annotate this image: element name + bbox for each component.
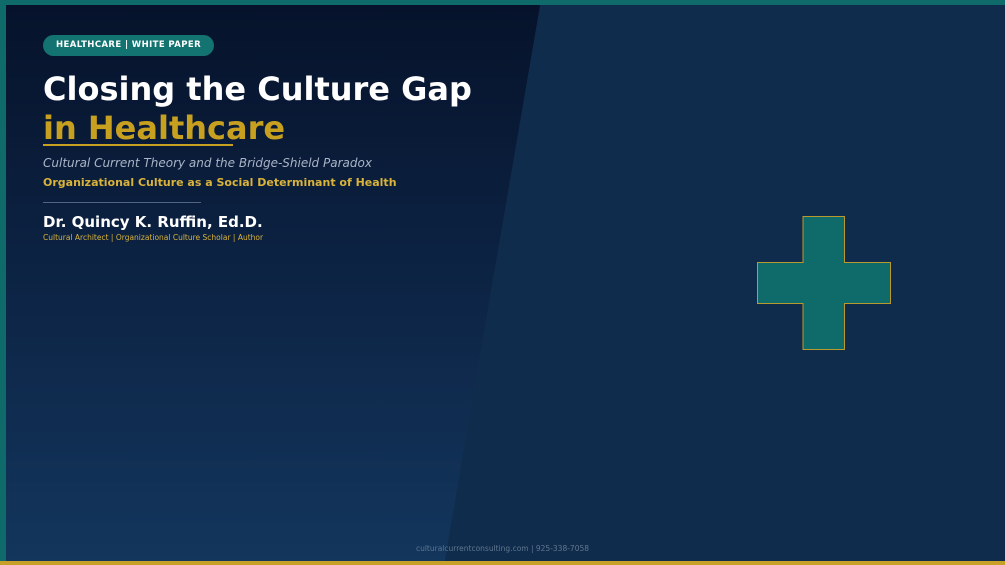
top-accent-bar [0,0,1005,5]
author-name: Dr. Quincy K. Ruffin, Ed.D. [43,213,263,231]
tagline: Organizational Culture as a Social Deter… [43,176,397,189]
author-roles: Cultural Architect | Organizational Cult… [43,233,264,242]
title-slide: HEALTHCARE | WHITE PAPER Closing the Cul… [0,0,1005,565]
footer-contact: culturalcurrentconsulting.com | 925-338-… [415,544,590,553]
bottom-accent-bar [0,561,1005,565]
subtitle: Cultural Current Theory and the Bridge-S… [43,156,372,170]
title-line-1: Closing the Culture Gap [43,70,472,108]
left-accent-bar [0,0,6,565]
category-badge: HEALTHCARE | WHITE PAPER [43,35,215,56]
title-line-2: in Healthcare [43,109,286,147]
divider [43,202,201,203]
title-underline [43,144,233,146]
medical-cross-icon [757,216,891,350]
